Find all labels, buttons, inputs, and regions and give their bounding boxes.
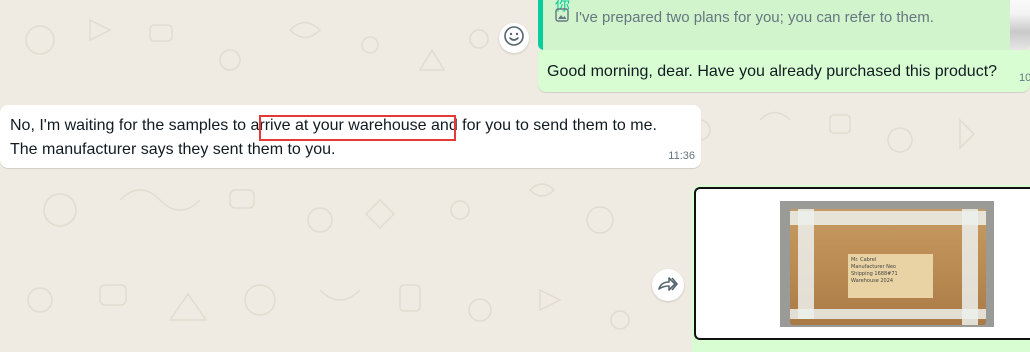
image-message[interactable]: Mr. Cabrel Manufacturer Neo Shipping 168… — [692, 185, 1030, 352]
message-text-line-2: The manufacturer says they sent them to … — [10, 141, 336, 158]
quote-preview-text: I've prepared two plans for you; you can… — [575, 8, 934, 26]
react-button[interactable] — [499, 23, 529, 53]
shipping-label: Mr. Cabrel Manufacturer Neo Shipping 168… — [848, 254, 933, 298]
image-frame: Mr. Cabrel Manufacturer Neo Shipping 168… — [694, 187, 1030, 340]
packing-tape — [798, 209, 814, 319]
quote-thumbnail — [1010, 0, 1030, 50]
quote-accent-bar — [538, 0, 543, 50]
package-photo[interactable]: Mr. Cabrel Manufacturer Neo Shipping 168… — [780, 201, 994, 327]
message-time: 11:36 — [668, 150, 695, 162]
packing-tape — [790, 309, 986, 319]
message-time: 10 — [1019, 72, 1030, 84]
incoming-message[interactable]: No, I'm waiting for the samples to arriv… — [0, 105, 701, 168]
packing-tape — [790, 211, 986, 225]
image-icon — [555, 8, 569, 26]
forward-icon — [658, 275, 678, 296]
cardboard-box: Mr. Cabrel Manufacturer Neo Shipping 168… — [790, 209, 986, 325]
emoji-icon — [503, 25, 525, 52]
quoted-message[interactable]: 你 I've prepared two plans for you; you c… — [538, 0, 1030, 50]
quote-preview: I've prepared two plans for you; you can… — [555, 8, 934, 26]
packing-tape — [962, 209, 978, 325]
forward-button[interactable] — [652, 269, 684, 301]
message-text-line-1: No, I'm waiting for the samples to arriv… — [10, 117, 657, 134]
message-text: Good morning, dear. Have you already pur… — [547, 63, 998, 80]
outgoing-message[interactable]: Good morning, dear. Have you already pur… — [538, 50, 1030, 92]
